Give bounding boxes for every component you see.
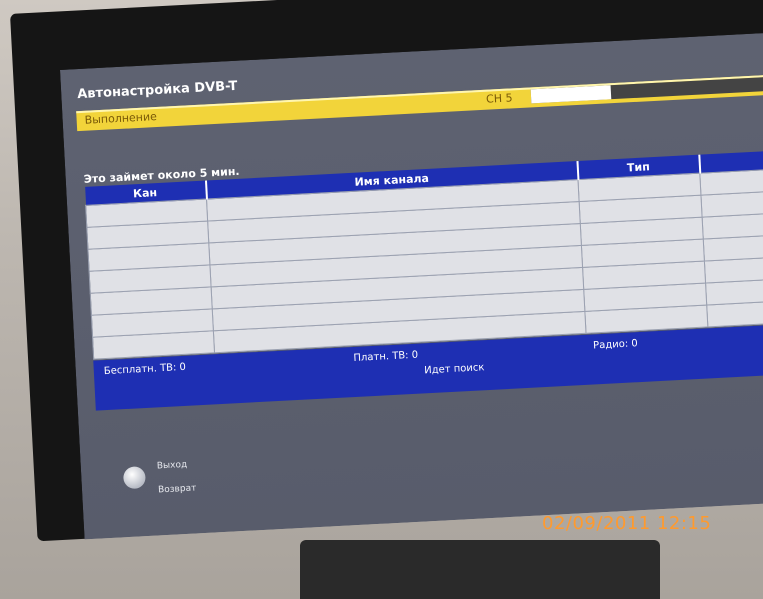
table-cell (706, 299, 763, 327)
channel-progress-fill (530, 85, 611, 104)
progress-label: Выполнение (84, 110, 158, 127)
camera-date-stamp: 02/09/2011 12:15 (542, 513, 712, 534)
free-tv-count: Бесплатн. ТВ: 0 (103, 361, 187, 378)
radio-count: Радио: 0 (592, 338, 639, 352)
table-cell (700, 189, 763, 218)
search-status: Идет поиск (423, 362, 485, 377)
table-cell (699, 167, 763, 196)
paid-tv-count: Платн. ТВ: 0 (353, 349, 419, 365)
channel-table: Кан Имя канала Тип (84, 149, 763, 360)
tv-stand (300, 540, 660, 599)
menu-screen: Автонастройка DVB-T Выполнение CH 5 Это … (60, 32, 763, 540)
table-cell (704, 255, 763, 284)
table-cell (703, 233, 763, 262)
nav-back-label[interactable]: Возврат (158, 483, 197, 495)
table-cell (702, 211, 763, 240)
nav-exit-label[interactable]: Выход (157, 460, 188, 472)
remote-nav-icon (122, 466, 146, 490)
channel-label: CH 5 (485, 91, 513, 106)
table-cell (705, 277, 763, 305)
tv-screen: Автонастройка DVB-T Выполнение CH 5 Это … (60, 32, 763, 540)
page-title: Автонастройка DVB-T (76, 78, 238, 103)
channel-progress-track (530, 75, 763, 104)
